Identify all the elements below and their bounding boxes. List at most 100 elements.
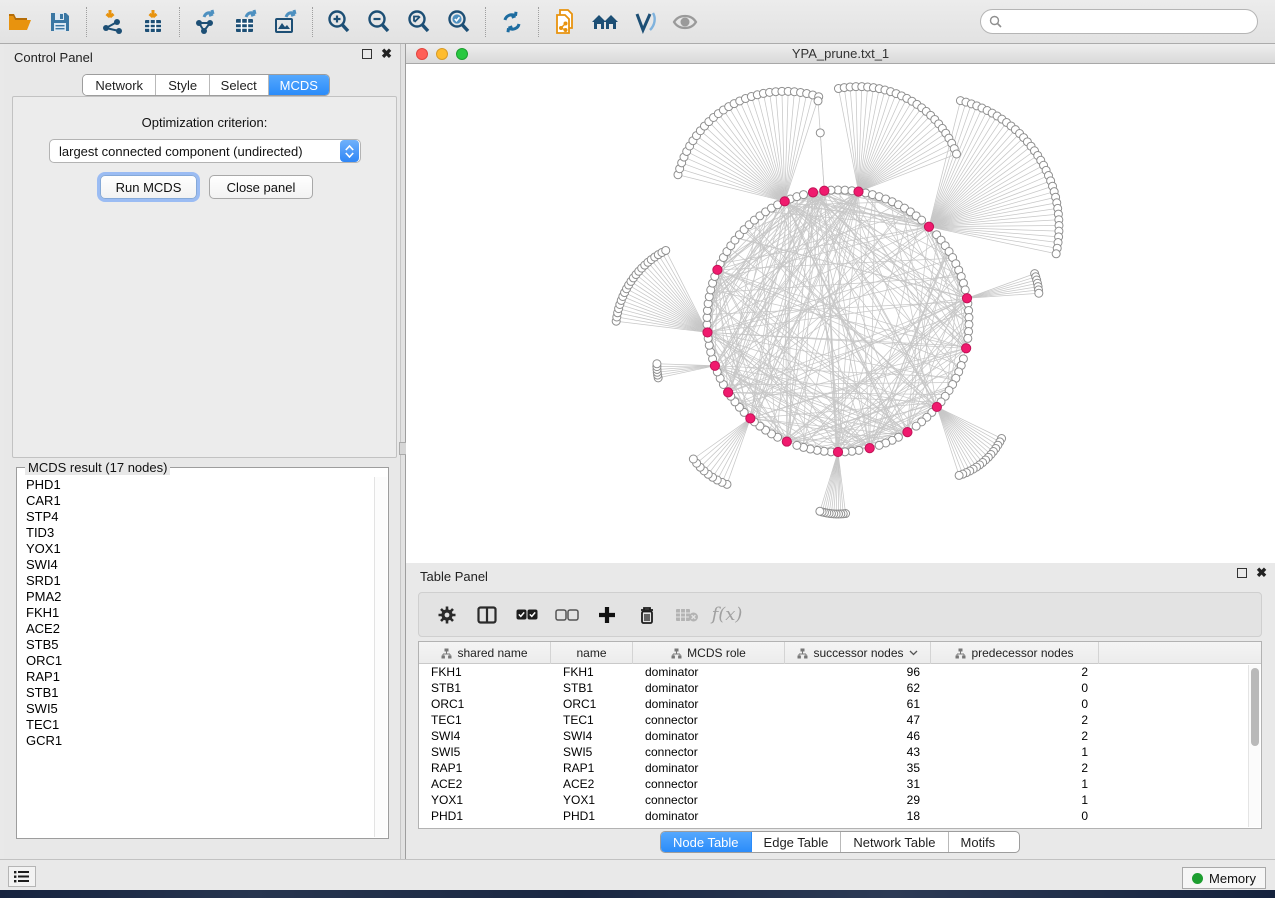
zoom-fit-icon [406, 9, 432, 35]
list-item[interactable]: FKH1 [18, 605, 374, 621]
tab-motifs[interactable]: Motifs [949, 832, 1008, 852]
toolbar-separator [312, 7, 313, 37]
table-row[interactable]: RAP1RAP1dominator352 [419, 760, 1261, 776]
table-header-row: shared name name MCDS role successor nod… [419, 642, 1261, 664]
control-panel-header: Control Panel ✖ [4, 44, 400, 70]
table-row[interactable]: SWI4SWI4dominator462 [419, 728, 1261, 744]
list-item[interactable]: STP4 [18, 509, 374, 525]
list-item[interactable]: TEC1 [18, 717, 374, 733]
scrollbar-thumb[interactable] [1251, 668, 1259, 746]
columns-icon [477, 606, 497, 624]
search-box [980, 9, 1258, 34]
column-header-name[interactable]: name [551, 642, 633, 664]
memory-button[interactable]: Memory [1182, 867, 1266, 889]
column-header-filler [1099, 642, 1261, 664]
delete-table-button[interactable] [669, 598, 705, 632]
list-item[interactable]: PHD1 [18, 477, 374, 493]
export-network-button[interactable] [186, 4, 226, 40]
save-session-button[interactable] [40, 4, 80, 40]
export-table-button[interactable] [226, 4, 266, 40]
list-item[interactable]: ACE2 [18, 621, 374, 637]
delete-column-button[interactable] [629, 598, 665, 632]
list-item[interactable]: PMA2 [18, 589, 374, 605]
export-image-button[interactable] [266, 4, 306, 40]
save-session-icon [49, 11, 71, 33]
export-image-icon [272, 9, 300, 35]
import-network-button[interactable] [93, 4, 133, 40]
table-row[interactable]: SWI5SWI5connector431 [419, 744, 1261, 760]
list-scrollbar[interactable] [374, 477, 387, 837]
tab-node-table[interactable]: Node Table [661, 832, 752, 852]
control-panel-tabs: Network Style Select MCDS [82, 74, 330, 96]
zoom-selected-button[interactable] [439, 4, 479, 40]
table-row[interactable]: FKH1FKH1dominator962 [419, 664, 1261, 680]
network-window-titlebar[interactable]: YPA_prune.txt_1 [406, 44, 1275, 64]
duplicate-network-button[interactable] [545, 4, 585, 40]
list-item[interactable]: RAP1 [18, 669, 374, 685]
list-item[interactable]: CAR1 [18, 493, 374, 509]
mcds-tab-pane: Optimization criterion: largest connecte… [12, 96, 397, 458]
tab-network[interactable]: Network [83, 75, 156, 95]
mcds-result-box: MCDS result (17 nodes) PHD1 CAR1 STP4 TI… [16, 467, 389, 839]
list-item[interactable]: SWI4 [18, 557, 374, 573]
table-row[interactable]: YOX1YOX1connector291 [419, 792, 1261, 808]
column-header-shared-name[interactable]: shared name [419, 642, 551, 664]
function-builder-button[interactable]: f(x) [709, 598, 745, 632]
tab-select[interactable]: Select [210, 75, 269, 95]
table-row[interactable]: ORC1ORC1dominator610 [419, 696, 1261, 712]
visibility-toggle-button[interactable] [625, 4, 665, 40]
close-panel-icon[interactable]: ✖ [1256, 568, 1267, 578]
tab-mcds[interactable]: MCDS [269, 75, 330, 95]
open-session-button[interactable] [0, 4, 40, 40]
run-mcds-button[interactable]: Run MCDS [100, 175, 197, 199]
network-view-canvas[interactable] [406, 64, 1275, 563]
close-panel-icon[interactable]: ✖ [381, 49, 392, 59]
list-item[interactable]: SRD1 [18, 573, 374, 589]
select-all-button[interactable] [509, 598, 545, 632]
list-item[interactable]: GCR1 [18, 733, 374, 749]
tab-edge-table[interactable]: Edge Table [752, 832, 842, 852]
table-row[interactable]: ACE2ACE2connector311 [419, 776, 1261, 792]
table-row[interactable]: STB1STB1dominator620 [419, 680, 1261, 696]
show-log-button[interactable] [8, 866, 36, 887]
tab-network-table[interactable]: Network Table [841, 832, 948, 852]
optimization-criterion-select[interactable]: largest connected component (undirected) [49, 139, 361, 163]
table-panel-title: Table Panel [406, 569, 488, 584]
eye-button[interactable] [665, 4, 705, 40]
table-settings-button[interactable] [429, 598, 465, 632]
close-panel-button[interactable]: Close panel [209, 175, 313, 199]
zoom-fit-button[interactable] [399, 4, 439, 40]
list-item[interactable]: SWI5 [18, 701, 374, 717]
column-header-predecessor-nodes[interactable]: predecessor nodes [931, 642, 1099, 664]
deselect-all-button[interactable] [549, 598, 585, 632]
table-scrollbar[interactable] [1248, 665, 1260, 827]
toolbar-separator [86, 7, 87, 37]
list-item[interactable]: STB1 [18, 685, 374, 701]
trash-icon [638, 605, 656, 625]
float-panel-icon[interactable] [1237, 568, 1247, 578]
column-header-mcds-role[interactable]: MCDS role [633, 642, 785, 664]
zoom-out-button[interactable] [359, 4, 399, 40]
optimization-criterion-label: Optimization criterion: [13, 115, 396, 130]
houses-button[interactable] [585, 4, 625, 40]
table-panel-header: Table Panel ✖ [406, 563, 1275, 589]
list-item[interactable]: STB5 [18, 637, 374, 653]
network-window: YPA_prune.txt_1 [406, 44, 1275, 563]
zoom-in-button[interactable] [319, 4, 359, 40]
select-stepper-icon [340, 140, 359, 162]
tab-style[interactable]: Style [156, 75, 210, 95]
search-input[interactable] [1003, 12, 1257, 32]
column-header-successor-nodes[interactable]: successor nodes [785, 642, 931, 664]
list-item[interactable]: ORC1 [18, 653, 374, 669]
list-item[interactable]: TID3 [18, 525, 374, 541]
show-columns-button[interactable] [469, 598, 505, 632]
add-column-button[interactable] [589, 598, 625, 632]
import-table-button[interactable] [133, 4, 173, 40]
float-panel-icon[interactable] [362, 49, 372, 59]
refresh-layout-button[interactable] [492, 4, 532, 40]
plus-icon [597, 605, 617, 625]
table-row[interactable]: TEC1TEC1connector472 [419, 712, 1261, 728]
fx-icon: f(x) [712, 604, 743, 625]
table-row[interactable]: PHD1PHD1dominator180 [419, 808, 1261, 824]
list-item[interactable]: YOX1 [18, 541, 374, 557]
